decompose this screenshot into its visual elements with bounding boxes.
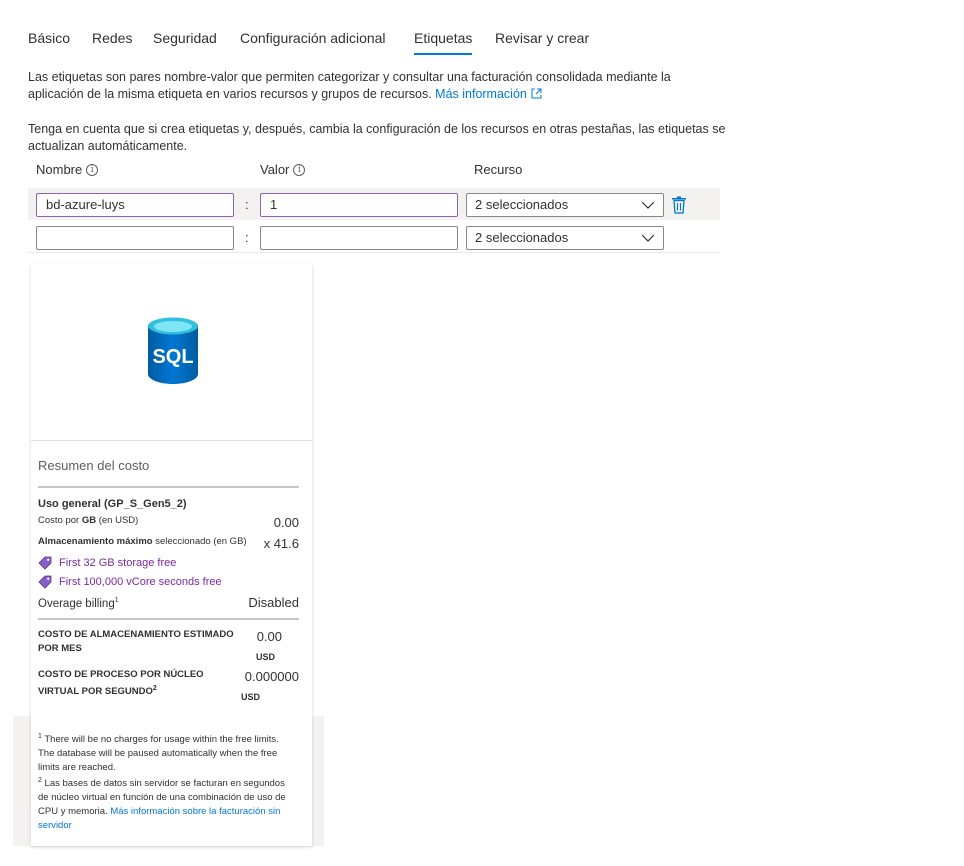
footnote-2: 2 Las bases de datos sin servidor se fac… xyxy=(38,774,294,833)
tag-name-input[interactable]: bd-azure-luys xyxy=(36,193,234,217)
resource-dropdown[interactable]: 2 seleccionados xyxy=(466,226,664,250)
tab-configuracion-adicional[interactable]: Configuración adicional xyxy=(240,30,386,46)
storage-cost-value: 0.00 xyxy=(256,629,282,644)
tag-value-input[interactable]: 1 xyxy=(260,193,458,217)
compute-cost-currency: USD xyxy=(240,692,260,702)
compute-cost-text: COSTO DE PROCESO POR NÚCLEO VIRTUAL POR … xyxy=(38,669,204,698)
overage-billing-text: Overage billing xyxy=(38,597,115,610)
compute-cost-value: 0.000000 xyxy=(244,669,299,684)
active-tab-indicator xyxy=(414,53,473,55)
tag-value-input[interactable] xyxy=(260,226,458,250)
sql-database-icon: SQL xyxy=(148,317,198,384)
tag-icon xyxy=(38,556,52,570)
tab-basico[interactable]: Básico xyxy=(28,30,70,46)
sql-label: SQL xyxy=(152,346,193,368)
trash-icon[interactable] xyxy=(671,196,687,214)
max-storage-value: x 41.6 xyxy=(263,536,299,551)
tag-row: : 2 seleccionados xyxy=(28,221,720,253)
tab-revisar-crear[interactable]: Revisar y crear xyxy=(495,30,589,46)
tags-note: Tenga en cuenta que si crea etiquetas y,… xyxy=(28,122,726,153)
footnote-ref: 1 xyxy=(114,597,119,604)
intro-text: Las etiquetas son pares nombre-valor que… xyxy=(28,70,671,101)
resource-dropdown-value: 2 seleccionados xyxy=(475,230,569,245)
cost-per-gb-currency: (en USD) xyxy=(98,515,139,526)
chevron-down-icon xyxy=(641,234,655,242)
cost-per-gb-text: Costo por xyxy=(38,515,80,526)
footnote-1-number: 1 xyxy=(38,733,42,740)
resource-dropdown[interactable]: 2 seleccionados xyxy=(466,193,664,217)
tier-name: Uso general (GP_S_Gen5_2) xyxy=(38,498,187,510)
resource-dropdown-value: 2 seleccionados xyxy=(475,197,569,212)
max-storage-label-rest: seleccionado (en GB) xyxy=(155,536,247,547)
cost-per-gb-value: 0.00 xyxy=(273,515,299,530)
chevron-down-icon xyxy=(641,201,655,209)
column-header-name-label: Nombre xyxy=(36,162,83,177)
info-icon[interactable]: i xyxy=(86,163,99,176)
storage-cost-label: COSTO DE ALMACENAMIENTO ESTIMADO POR MES xyxy=(38,629,234,654)
cost-summary-title: Resumen del costo xyxy=(38,458,150,473)
max-storage-label: Almacenamiento máximo seleccionado (en G… xyxy=(38,536,247,547)
external-link-icon xyxy=(531,88,542,99)
storage-cost-currency: USD xyxy=(255,652,275,662)
overage-billing-label: Overage billing1 xyxy=(38,597,119,610)
card-image-area: SQL xyxy=(31,264,312,441)
footnote-ref: 2 xyxy=(152,685,157,692)
tag-icon xyxy=(38,575,52,589)
tag-name-input[interactable] xyxy=(36,226,234,250)
cost-per-gb-label: Costo por GB (en USD) xyxy=(38,515,138,526)
tab-redes[interactable]: Redes xyxy=(92,30,132,46)
compute-cost-label: COSTO DE PROCESO POR NÚCLEO VIRTUAL POR … xyxy=(38,668,238,699)
overage-billing-value: Disabled xyxy=(248,595,299,610)
promo-storage-free[interactable]: First 32 GB storage free xyxy=(38,556,176,570)
cost-per-gb-unit: GB xyxy=(81,515,97,526)
tab-seguridad[interactable]: Seguridad xyxy=(153,30,217,46)
footnote-1-text: There will be no charges for usage withi… xyxy=(38,734,279,774)
promo-vcore-free[interactable]: First 100,000 vCore seconds free xyxy=(38,575,222,589)
column-header-value: Valor i xyxy=(260,162,306,177)
tab-etiquetas-label: Etiquetas xyxy=(414,30,473,46)
promo-vcore-text: First 100,000 vCore seconds free xyxy=(59,576,222,588)
max-storage-label-bold: Almacenamiento máximo xyxy=(38,536,153,547)
column-header-resource: Recurso xyxy=(474,162,523,177)
footnote-1: 1 There will be no charges for usage wit… xyxy=(38,730,294,775)
separator: : xyxy=(245,197,249,212)
column-header-name: Nombre i xyxy=(36,162,99,177)
tag-row: bd-azure-luys : 1 2 seleccionados xyxy=(28,188,720,220)
intro-paragraph: Las etiquetas son pares nombre-valor que… xyxy=(28,69,728,103)
tab-etiquetas[interactable]: Etiquetas xyxy=(414,30,473,55)
divider xyxy=(38,486,299,488)
promo-storage-text: First 32 GB storage free xyxy=(59,557,177,569)
learn-more-link[interactable]: Más información xyxy=(435,87,527,101)
column-header-value-label: Valor xyxy=(260,162,290,177)
separator: : xyxy=(245,230,249,245)
info-icon[interactable]: i xyxy=(293,163,306,176)
divider xyxy=(38,618,299,620)
footnote-2-number: 2 xyxy=(38,777,42,784)
